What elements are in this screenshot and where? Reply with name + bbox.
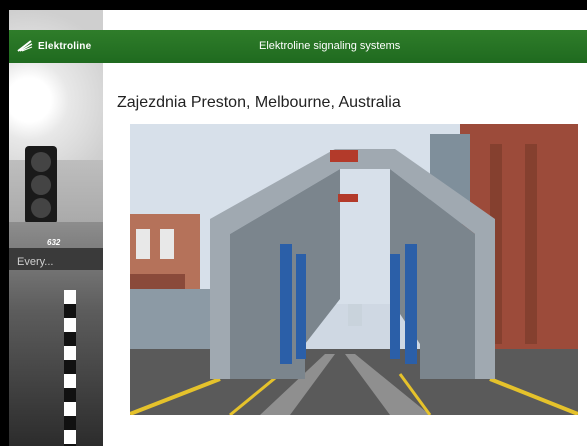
header-bar: Elektroline Elektroline signaling system… bbox=[9, 30, 587, 63]
traffic-signal-image bbox=[25, 146, 57, 224]
slide-title: Zajezdnia Preston, Melbourne, Australia bbox=[117, 94, 401, 111]
signal-pole-image bbox=[64, 290, 76, 446]
logo-swoosh-icon bbox=[17, 40, 33, 52]
tram-wash-illustration bbox=[130, 124, 578, 415]
slide-frame: 632 Every... Elektroline Elektroline sig… bbox=[0, 0, 587, 446]
side-decorative-photo: 632 Every... bbox=[9, 10, 103, 446]
tram-number: 632 bbox=[47, 238, 61, 247]
company-logo: Elektroline bbox=[17, 39, 91, 53]
header-title: Elektroline signaling systems bbox=[259, 40, 401, 52]
logo-text: Elektroline bbox=[38, 40, 92, 52]
tram-destination: Every... bbox=[17, 256, 54, 268]
slide-canvas: 632 Every... Elektroline Elektroline sig… bbox=[9, 10, 587, 446]
tram-wash-photo bbox=[130, 124, 578, 415]
